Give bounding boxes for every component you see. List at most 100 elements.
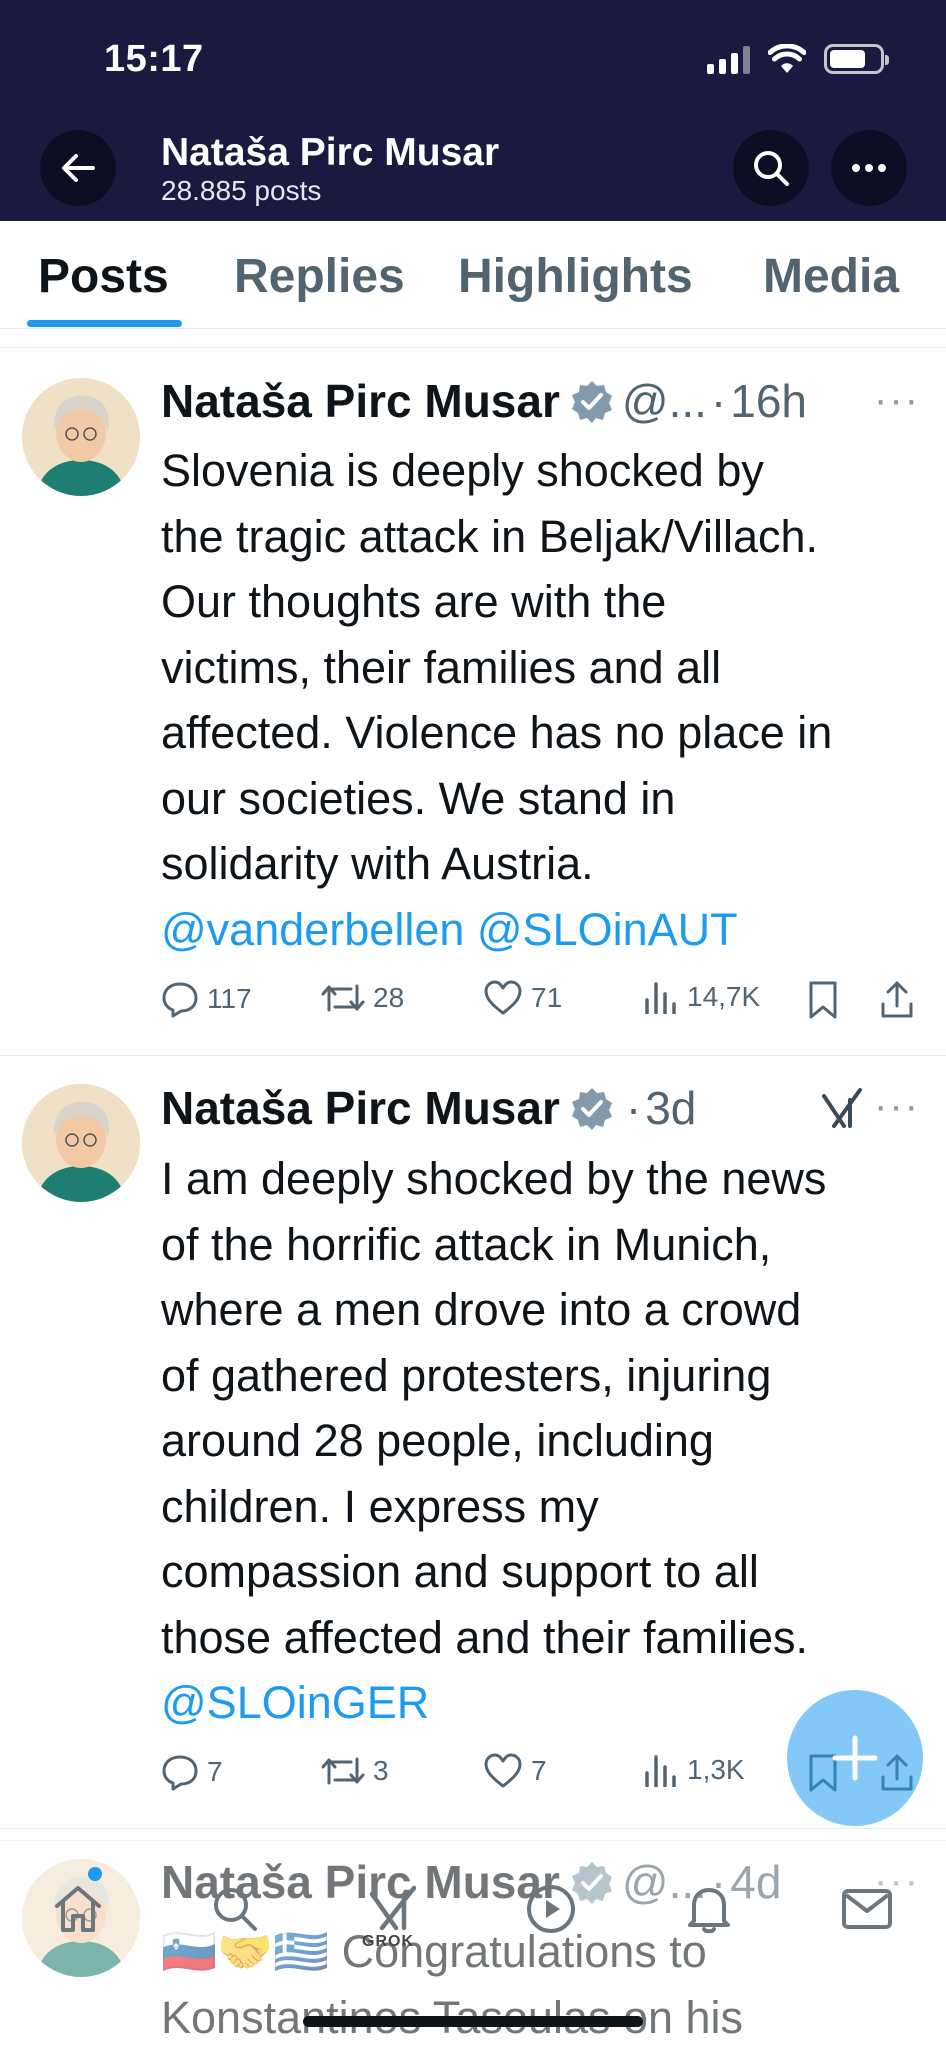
tab-posts[interactable]: Posts	[38, 249, 169, 304]
profile-header: 15:17 Nataša Pirc Musar 28.885 posts	[0, 0, 946, 221]
like-count: 7	[531, 1755, 547, 1786]
like-icon	[484, 1753, 522, 1788]
post-text-line: affected. Violence has no place in	[161, 707, 833, 758]
post-text-line: children. I express my	[161, 1480, 599, 1532]
nav-home[interactable]	[48, 1879, 108, 1939]
status-icons	[707, 44, 889, 74]
post-text-line: Slovenia is deeply shocked by	[161, 445, 764, 496]
post-text: I am deeply shocked by the news of the h…	[161, 1146, 936, 1736]
cellular-signal-icon	[707, 44, 750, 74]
search-icon	[754, 151, 789, 186]
profile-name: Nataša Pirc Musar	[161, 131, 500, 174]
post-text-line: of gathered protesters, injuring	[161, 1349, 772, 1401]
active-tab-indicator	[27, 320, 182, 327]
post-more-icon[interactable]: ···	[874, 378, 920, 423]
bell-icon	[688, 1888, 730, 1934]
views-icon	[645, 982, 676, 1014]
author-name[interactable]: Nataša Pirc Musar	[161, 374, 560, 428]
post-text-line: compassion and support to all	[161, 1546, 759, 1597]
profile-tabs: Posts Replies Highlights Media	[0, 221, 946, 329]
more-button[interactable]	[831, 130, 907, 206]
home-notification-dot	[88, 1867, 102, 1881]
divider	[0, 1828, 946, 1829]
more-icon	[852, 164, 886, 172]
bookmark-icon	[809, 981, 837, 1019]
video-icon	[527, 1885, 575, 1933]
separator-dot: ·	[710, 375, 727, 427]
separator-dot: ·	[625, 1082, 642, 1134]
divider	[0, 1055, 946, 1056]
reply-icon	[162, 982, 198, 1018]
view-count: 1,3K	[687, 1754, 745, 1785]
nav-grok[interactable]	[363, 1879, 423, 1939]
post-text: Slovenia is deeply shocked by the tragic…	[161, 438, 936, 962]
avatar-portrait	[22, 1084, 140, 1202]
post-count: 28.885 posts	[161, 175, 322, 206]
post-text-line: the tragic attack in Beljak/Villach.	[161, 510, 819, 562]
post-text-line: solidarity with Austria.	[161, 838, 594, 889]
post-header: Nataša Pirc Musar · 3d	[161, 1081, 696, 1135]
wifi-icon	[768, 44, 806, 73]
repost-button[interactable]: 3	[321, 1753, 389, 1789]
post-text-line: our societies. We stand in	[161, 772, 676, 824]
share-icon	[881, 981, 913, 1018]
tab-replies[interactable]: Replies	[234, 249, 405, 304]
grok-label: GROK	[362, 1933, 414, 1950]
post-text-line: around 28 people, including	[161, 1415, 714, 1466]
bookmark-button[interactable]	[807, 980, 839, 1020]
author-handle[interactable]: @...	[622, 374, 707, 428]
avatar[interactable]	[22, 1084, 140, 1202]
post-text-line: Our thoughts are with the	[161, 576, 667, 627]
reply-button[interactable]: 117	[161, 980, 252, 1018]
verified-badge-icon	[570, 379, 614, 423]
post-text-line: I am deeply shocked by the news	[161, 1153, 827, 1204]
divider	[0, 347, 946, 348]
like-button[interactable]: 71	[483, 980, 562, 1016]
reply-count: 7	[207, 1756, 223, 1787]
grok-icon	[369, 1885, 417, 1931]
share-button[interactable]	[879, 980, 915, 1020]
post-text-line: victims, their families and all	[161, 641, 722, 693]
tab-highlights[interactable]: Highlights	[458, 249, 693, 304]
avatar[interactable]	[22, 378, 140, 496]
repost-icon	[321, 1757, 365, 1785]
tab-media[interactable]: Media	[763, 249, 899, 304]
back-arrow-icon	[62, 154, 95, 182]
repost-count: 28	[373, 982, 405, 1013]
post-text-line: where a men drove into a crowd	[161, 1284, 802, 1335]
reply-count: 117	[207, 983, 252, 1014]
nav-video[interactable]	[521, 1879, 581, 1939]
post-header: Nataša Pirc Musar @... · 16h	[161, 374, 807, 428]
nav-messages[interactable]	[837, 1879, 897, 1939]
nav-search[interactable]	[205, 1879, 265, 1939]
repost-button[interactable]: 28	[321, 980, 404, 1016]
avatar-portrait	[22, 378, 140, 496]
view-count: 14,7K	[687, 981, 761, 1012]
home-indicator	[303, 2016, 643, 2027]
back-button[interactable]	[40, 130, 116, 206]
compose-button[interactable]	[787, 1690, 923, 1826]
views-icon	[645, 1755, 676, 1787]
home-icon	[55, 1886, 101, 1932]
post-actions: 117 28 71 14,7K	[161, 980, 921, 1024]
search-button[interactable]	[733, 130, 809, 206]
search-icon	[214, 1888, 257, 1931]
author-name[interactable]: Nataša Pirc Musar	[161, 1081, 560, 1135]
mail-icon	[842, 1889, 892, 1929]
post-time[interactable]: 3d	[645, 1081, 696, 1135]
post-more-icon[interactable]: ···	[874, 1084, 920, 1129]
repost-count: 3	[373, 1755, 389, 1786]
post-text-line: those affected and their families.	[161, 1611, 809, 1663]
views-button[interactable]: 14,7K	[643, 980, 760, 1014]
reply-button[interactable]: 7	[161, 1753, 223, 1791]
verified-badge-icon	[570, 1086, 614, 1130]
like-button[interactable]: 7	[483, 1753, 547, 1789]
views-button[interactable]: 1,3K	[643, 1753, 745, 1787]
nav-notifications[interactable]	[679, 1879, 739, 1939]
repost-icon	[321, 984, 365, 1012]
grok-icon[interactable]	[820, 1086, 864, 1135]
post-time[interactable]: 16h	[730, 374, 807, 428]
post-mentions[interactable]: @vanderbellen @SLOinAUT	[161, 897, 936, 963]
compose-plus-icon	[832, 1735, 878, 1781]
status-time: 15:17	[104, 38, 204, 80]
